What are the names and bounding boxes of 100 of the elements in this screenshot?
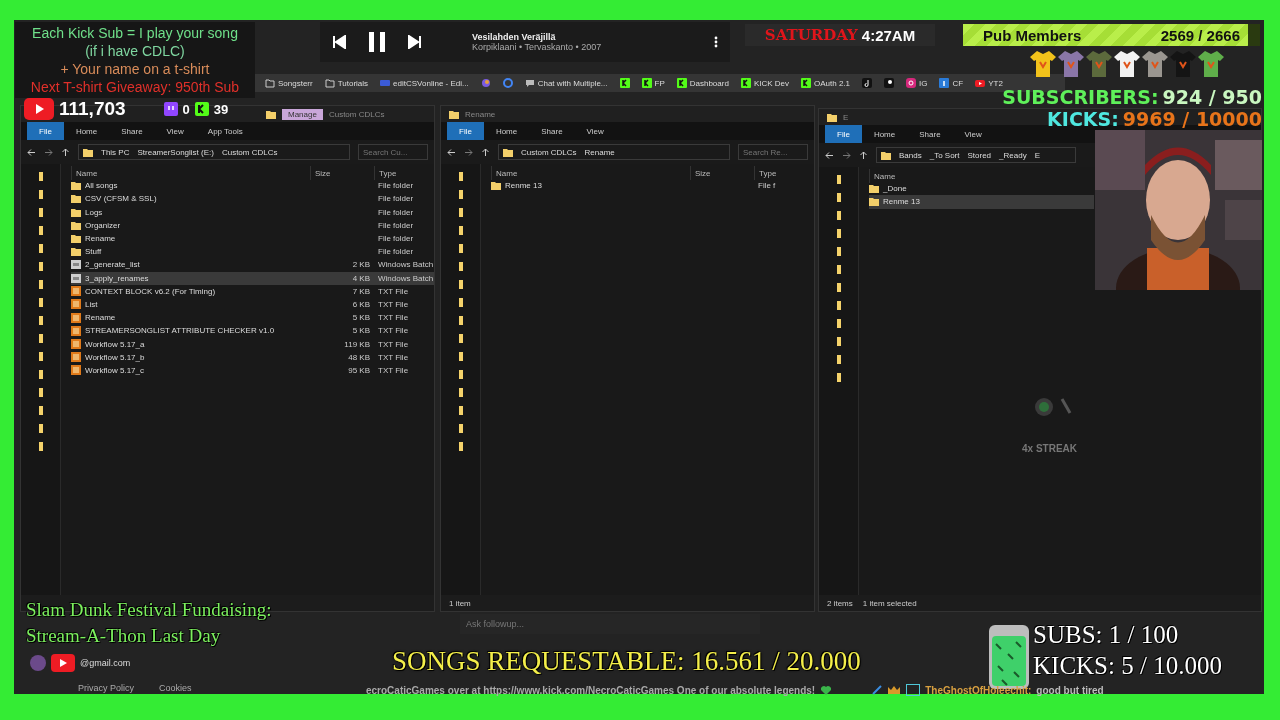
address-bar[interactable]: This PC StreamerSonglist (E:) Custom CDLCs — [78, 144, 350, 160]
ribbon-tab[interactable]: Share — [907, 125, 953, 143]
footer-link[interactable]: Privacy Policy — [78, 683, 134, 693]
file-row[interactable]: Logs File folder — [71, 205, 434, 219]
songs-requestable-text: SONGS REQUESTABLE: 16.561 / 20.000 — [392, 646, 861, 676]
file-row[interactable]: All songs File folder — [71, 179, 434, 193]
file-row[interactable]: CONTEXT BLOCK v6.2 (For Timing) 7 KB TXT File — [71, 284, 434, 298]
address-bar[interactable]: Bands _To Sort Stored _Ready E — [876, 147, 1076, 163]
breadcrumb[interactable]: Stored — [967, 150, 992, 160]
bookmark[interactable]: IG — [906, 78, 928, 88]
file-row[interactable]: Renme 13 — [869, 195, 1094, 209]
bookmark[interactable]: Tutorials — [324, 78, 369, 88]
file-row[interactable]: Renme 13 File f — [491, 179, 814, 193]
file-row[interactable]: _Done — [869, 182, 1094, 196]
bookmark[interactable]: FP — [641, 78, 665, 88]
bookmark[interactable]: Dashboard — [676, 78, 729, 88]
bookmark[interactable]: YT2 — [975, 78, 1003, 88]
ribbon-tab[interactable]: File — [27, 122, 64, 140]
breadcrumb[interactable]: This PC — [101, 147, 130, 157]
text-file-icon — [71, 325, 81, 336]
file-size: 48 KB — [347, 352, 371, 362]
text-file-icon — [71, 339, 81, 350]
bookmark[interactable]: Chat with Multiple... — [524, 78, 608, 88]
file-row[interactable]: Rename File folder — [71, 231, 434, 246]
breadcrumb[interactable]: Custom CDLCs — [521, 147, 577, 157]
breadcrumb[interactable]: _Ready — [999, 150, 1027, 160]
file-row[interactable]: Workflow 5.17_c 95 KB TXT File — [71, 363, 434, 377]
breadcrumb[interactable]: Rename — [584, 147, 615, 157]
day-text: SATURDAY — [764, 26, 858, 44]
breadcrumb[interactable]: StreamerSonglist (E:) — [137, 147, 214, 157]
ribbon-tab[interactable]: View — [952, 125, 994, 143]
bookmark[interactable]: CF — [939, 78, 964, 88]
file-row[interactable]: List 6 KB TXT File — [71, 297, 434, 312]
file-row[interactable]: STREAMERSONGLIST ATTRIBUTE CHECKER v1.0 5 KB TXT File — [71, 324, 434, 338]
back-icon[interactable] — [825, 150, 834, 160]
column-header[interactable]: Size — [310, 166, 374, 180]
search-field[interactable]: Search Cu... — [358, 144, 428, 160]
file-size: 5 KB — [351, 326, 371, 336]
breadcrumb[interactable]: E — [1034, 150, 1040, 160]
bookmark[interactable]: OAuth 2.1 — [801, 78, 851, 88]
back-icon[interactable] — [27, 147, 36, 157]
ribbon-tab[interactable]: Home — [63, 122, 110, 140]
bookmark[interactable]: Songsterr — [265, 78, 313, 88]
swirl-icon — [480, 78, 491, 88]
next-button[interactable] — [408, 35, 422, 49]
file-type: File folder — [377, 194, 415, 204]
address-bar[interactable]: Custom CDLCs Rename — [498, 144, 730, 160]
breadcrumb[interactable]: _To Sort — [929, 150, 960, 160]
column-header[interactable]: Type — [374, 166, 434, 180]
forward-icon[interactable] — [464, 147, 473, 157]
folder-icon — [324, 78, 335, 88]
ribbon-tab[interactable]: Home — [483, 122, 530, 140]
kick-icon — [740, 78, 751, 88]
column-header[interactable]: Name — [71, 166, 310, 180]
pause-button[interactable] — [368, 32, 386, 52]
twitch-count: 0 — [182, 101, 190, 117]
goal-text: KICKS: 5 / 10.000 — [1033, 652, 1222, 679]
ribbon-tab[interactable]: View — [154, 122, 196, 140]
ribbon-tab[interactable]: View — [574, 122, 616, 140]
file-row[interactable]: Workflow 5.17_a 119 KB TXT File — [71, 337, 434, 351]
bookmark[interactable] — [619, 78, 630, 88]
up-icon[interactable] — [481, 147, 490, 157]
breadcrumb[interactable]: Bands — [899, 150, 922, 160]
file-name: Workflow 5.17_c — [85, 365, 144, 375]
file-row[interactable]: Rename 5 KB TXT File — [71, 311, 434, 325]
more-button[interactable] — [714, 36, 718, 48]
up-icon[interactable] — [61, 147, 70, 157]
text-file-icon — [71, 312, 81, 323]
up-icon[interactable] — [859, 150, 868, 160]
forward-icon[interactable] — [842, 150, 851, 160]
file-row[interactable]: Stuff File folder — [71, 245, 434, 259]
manage-tab[interactable]: Manage — [282, 108, 323, 120]
file-row[interactable]: Organizer File folder — [71, 218, 434, 232]
back-icon[interactable] — [447, 147, 456, 157]
ribbon-tab[interactable]: Home — [861, 125, 908, 143]
search-field[interactable]: Search Re... — [738, 144, 808, 160]
column-header[interactable]: Name — [491, 166, 690, 180]
file-row[interactable]: 3_apply_renames 4 KB Windows Batch — [71, 271, 434, 285]
bookmark[interactable]: KICK Dev — [740, 78, 789, 88]
previous-button[interactable] — [332, 35, 346, 49]
ribbon-tab[interactable]: App Tools — [195, 122, 255, 140]
promo-text: Next T-shirt Giveaway: 950th Sub — [30, 78, 240, 96]
forward-icon[interactable] — [44, 147, 53, 157]
file-row[interactable]: Workflow 5.17_b 48 KB TXT File — [71, 350, 434, 364]
file-row[interactable]: CSV (CFSM & SSL) File folder — [71, 192, 434, 206]
bookmark[interactable] — [862, 78, 873, 88]
file-row[interactable]: 2_generate_list 2 KB Windows Batch — [71, 258, 434, 272]
ribbon-tab[interactable]: Share — [109, 122, 155, 140]
ribbon-tab[interactable]: Share — [529, 122, 575, 140]
email-text: @gmail.com — [80, 658, 131, 668]
column-header[interactable]: Type — [754, 166, 814, 180]
ribbon-tab[interactable]: File — [825, 125, 862, 143]
youtube-count: 111,703 — [59, 98, 126, 120]
footer-link[interactable]: Cookies — [159, 683, 192, 693]
ribbon-tab[interactable]: File — [447, 122, 484, 140]
file-type: TXT File — [377, 352, 410, 362]
column-header[interactable]: Size — [690, 166, 754, 180]
bookmark[interactable]: editCSVonline - Edi... — [380, 78, 469, 88]
kick-icon — [801, 78, 811, 88]
breadcrumb[interactable]: Custom CDLCs — [221, 147, 278, 157]
